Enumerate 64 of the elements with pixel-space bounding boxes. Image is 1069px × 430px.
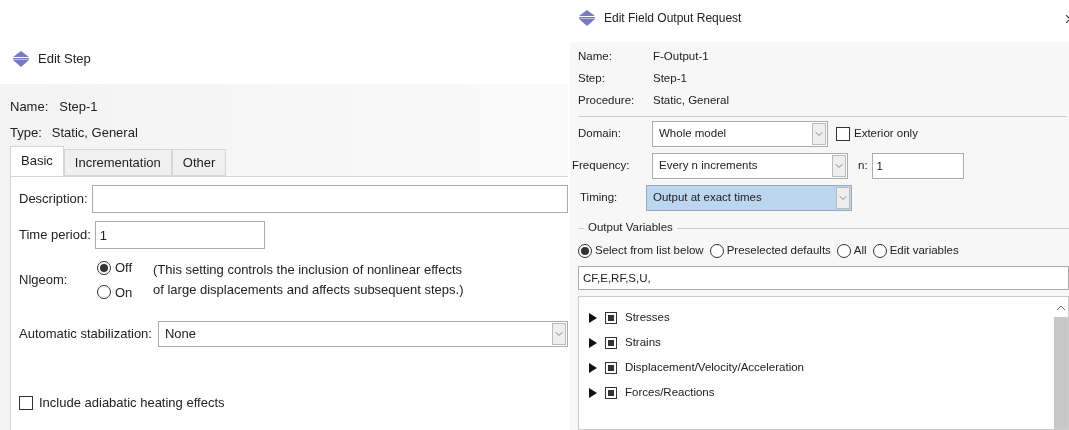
tab[interactable]: Incrementation — [63, 149, 172, 176]
n-label: n: — [858, 158, 868, 174]
tab[interactable]: Other — [171, 149, 227, 176]
app-icon — [578, 10, 596, 26]
info-value: F-Output-1 — [653, 49, 709, 65]
nlgeom-note: (This setting controls the inclusion of nonlinear effects of large displacements and affects subsequent steps.) — [153, 261, 464, 299]
name-label: Name: — [10, 98, 49, 117]
frequency-label: Frequency: — [572, 158, 631, 174]
description-field[interactable] — [91, 185, 568, 213]
radio-button[interactable] — [97, 285, 111, 300]
domain-label: Domain: — [578, 126, 622, 142]
radio-label: Edit variables — [889, 243, 959, 259]
tree-item-label: Forces/Reactions — [625, 384, 715, 400]
radio-label: Off — [115, 259, 133, 277]
radio-label: On — [115, 283, 133, 302]
app-icon — [12, 51, 30, 67]
group-title: Output Variables — [587, 220, 674, 236]
info-label: Name: — [578, 49, 613, 65]
type-label: Type: — [10, 124, 42, 143]
frequency-dropdown[interactable]: Every n increments — [652, 153, 848, 179]
radio-label: Select from list below — [595, 243, 704, 259]
stabilization-label: Automatic stabilization: — [19, 325, 152, 344]
window-title: Edit Step — [38, 50, 91, 69]
time-period-field[interactable]: 1 — [94, 221, 265, 249]
tree-checkbox[interactable] — [605, 361, 617, 374]
checkbox-label: Exterior only — [854, 126, 918, 142]
collapsed-arrow-icon[interactable] — [589, 337, 597, 348]
radio-button[interactable] — [836, 244, 851, 258]
tree-item-label: Strains — [625, 334, 661, 350]
nlgeom-label: Nlgeom: — [19, 271, 69, 290]
info-label: Procedure: — [578, 93, 636, 109]
n-field[interactable]: 1 — [871, 153, 964, 179]
radio-button[interactable] — [872, 244, 887, 258]
tree-item-label: Displacement/Velocity/Acceleration — [625, 359, 804, 375]
tree-checkbox[interactable] — [605, 311, 617, 324]
radio-button[interactable] — [709, 244, 724, 258]
timing-label: Timing: — [580, 190, 619, 206]
tree-item-label: Stresses — [625, 309, 670, 325]
type-value: Static, General — [51, 124, 138, 143]
description-label: Description: — [19, 190, 88, 209]
name-value: Step-1 — [59, 98, 98, 117]
tab[interactable]: Basic — [10, 146, 64, 176]
info-value: Static, General — [653, 93, 730, 109]
window-title: Edit Field Output Request — [604, 10, 742, 27]
collapsed-arrow-icon[interactable] — [589, 387, 597, 398]
radio-label: Preselected defaults — [726, 243, 831, 259]
checkbox[interactable] — [836, 127, 850, 141]
selection-field[interactable]: CF,E,RF,S,U, — [578, 266, 1069, 290]
collapsed-arrow-icon[interactable] — [589, 362, 597, 373]
info-value: Step-1 — [653, 71, 687, 87]
domain-dropdown[interactable]: Whole model — [652, 121, 828, 147]
stabilization-dropdown[interactable]: None — [157, 321, 568, 347]
radio-label: All — [853, 243, 867, 259]
radio-button[interactable] — [97, 260, 111, 275]
tree-checkbox[interactable] — [605, 386, 617, 399]
time-period-label: Time period: — [19, 226, 91, 245]
checkbox-label: Include adiabatic heating effects — [39, 394, 225, 412]
checkbox[interactable] — [19, 395, 33, 410]
radio-button[interactable] — [578, 244, 592, 258]
scrollbar[interactable] — [1054, 305, 1068, 429]
info-label: Step: — [578, 71, 606, 87]
collapsed-arrow-icon[interactable] — [589, 312, 597, 323]
scroll-up-icon[interactable] — [1057, 305, 1065, 311]
tree-checkbox[interactable] — [605, 336, 617, 349]
